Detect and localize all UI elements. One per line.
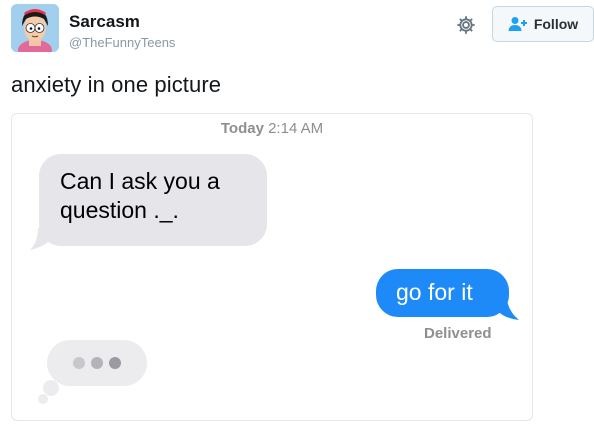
outgoing-message-bubble: go for it [376,269,509,317]
follow-label: Follow [533,16,579,32]
cartoon-avatar-icon [11,4,59,52]
tweet-text: anxiety in one picture [11,72,222,97]
timestamp-day: Today [220,120,264,137]
incoming-message-line-1: Can I ask you a [60,168,220,194]
avatar[interactable] [11,4,59,52]
account-handle[interactable]: @TheFunnyTeens [69,35,175,50]
tweet-media-screenshot[interactable]: Today 2:14 AM Can I ask you a question .… [11,113,533,421]
incoming-message-line-2: question ._. [60,197,179,223]
timestamp-time: 2:14 AM [268,120,324,137]
typing-indicator-icon [38,340,147,404]
add-user-icon [508,17,527,31]
delivery-status: Delivered [424,325,492,342]
follow-button[interactable]: Follow [492,6,594,42]
account-name[interactable]: Sarcasm [69,12,140,32]
message-timestamp: Today 2:14 AM [12,120,532,137]
incoming-message-bubble: Can I ask you a question ._. [39,154,267,246]
gear-icon[interactable] [455,14,477,36]
tweet-header: Sarcasm @TheFunnyTeens Follow [11,4,594,60]
